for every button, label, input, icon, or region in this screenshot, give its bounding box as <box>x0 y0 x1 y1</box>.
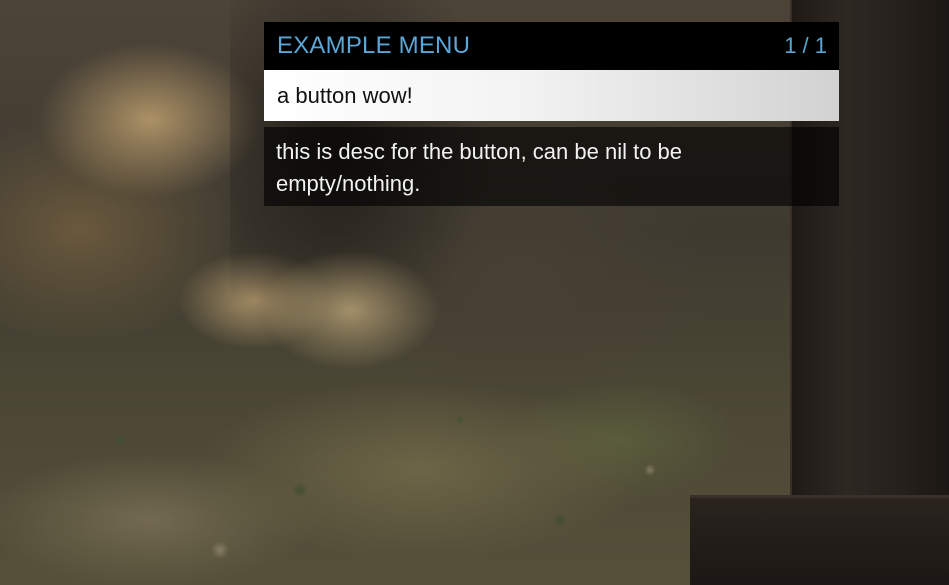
menu-description-box: this is desc for the button, can be nil … <box>264 127 839 206</box>
menu-description-text: this is desc for the button, can be nil … <box>276 139 683 196</box>
wooden-pillar-base <box>690 495 949 585</box>
menu-item-counter: 1 / 1 <box>784 33 827 58</box>
menu-header: EXAMPLE MENU 1 / 1 <box>264 22 839 70</box>
ground-texture <box>0 380 800 585</box>
rock-highlight <box>260 250 440 370</box>
menu-item-selected[interactable]: a button wow! <box>264 70 839 121</box>
menu-title: EXAMPLE MENU <box>277 32 471 59</box>
example-menu: EXAMPLE MENU 1 / 1 a button wow! this is… <box>264 22 839 206</box>
menu-item-label: a button wow! <box>277 82 413 108</box>
